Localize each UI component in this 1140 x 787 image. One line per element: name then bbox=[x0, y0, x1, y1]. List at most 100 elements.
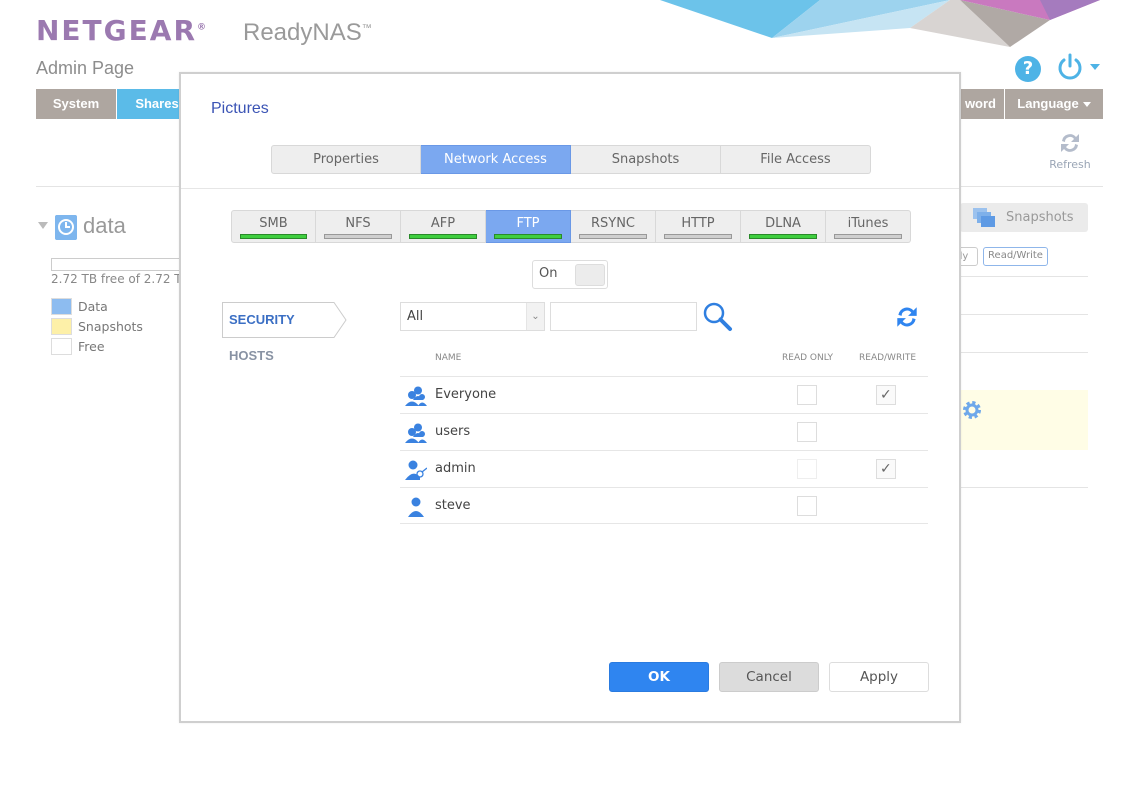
divider bbox=[960, 314, 1088, 315]
column-header-name: NAME bbox=[435, 353, 462, 363]
protocol-tab-http[interactable]: HTTP bbox=[656, 210, 741, 243]
dialog-title: Pictures bbox=[211, 100, 269, 117]
read-only-checkbox[interactable] bbox=[797, 496, 817, 516]
chevron-down-icon[interactable]: ⌄ bbox=[526, 303, 544, 330]
protocol-tabs: SMB NFS AFP FTP RSYNC HTTP DLNA iTunes bbox=[231, 210, 911, 243]
gear-icon[interactable] bbox=[961, 399, 983, 421]
column-header-read-only: READ ONLY bbox=[782, 353, 834, 363]
nav-language-label: Language bbox=[1017, 96, 1079, 111]
side-tab-hosts[interactable]: HOSTS bbox=[229, 348, 274, 363]
status-indicator bbox=[749, 234, 817, 239]
legend-swatch-data bbox=[51, 298, 72, 315]
nav-system[interactable]: System bbox=[36, 89, 116, 119]
status-indicator bbox=[324, 234, 392, 239]
protocol-tab-dlna[interactable]: DLNA bbox=[741, 210, 826, 243]
user-icon bbox=[408, 497, 424, 517]
tab-properties[interactable]: Properties bbox=[271, 145, 421, 174]
protocol-label: RSYNC bbox=[590, 216, 636, 231]
side-tab-security[interactable]: SECURITY bbox=[229, 312, 295, 327]
group-icon bbox=[405, 386, 427, 406]
netgear-logo: NETGEAR® bbox=[36, 14, 206, 47]
snapshots-icon bbox=[973, 208, 995, 227]
filter-value: All bbox=[407, 309, 424, 324]
user-name: steve bbox=[435, 498, 471, 513]
protocol-label: FTP bbox=[516, 216, 540, 231]
help-icon[interactable]: ? bbox=[1015, 56, 1041, 82]
power-icon[interactable] bbox=[1055, 52, 1085, 82]
group-icon bbox=[405, 423, 427, 443]
legend-swatch-snapshots bbox=[51, 318, 72, 335]
status-indicator bbox=[494, 234, 562, 239]
table-row: users bbox=[400, 413, 928, 450]
refresh-label: Refresh bbox=[1049, 158, 1091, 171]
ok-button[interactable]: OK bbox=[609, 662, 709, 692]
legend-label-free: Free bbox=[78, 339, 105, 354]
protocol-tab-smb[interactable]: SMB bbox=[231, 210, 316, 243]
read-only-checkbox[interactable] bbox=[797, 422, 817, 442]
status-indicator bbox=[240, 234, 307, 239]
tab-file-access[interactable]: File Access bbox=[721, 145, 871, 174]
status-indicator bbox=[409, 234, 477, 239]
dialog-tabs: Properties Network Access Snapshots File… bbox=[271, 145, 871, 174]
legend-swatch-free bbox=[51, 338, 72, 355]
divider bbox=[960, 276, 1088, 277]
cancel-button[interactable]: Cancel bbox=[719, 662, 819, 692]
read-only-checkbox[interactable] bbox=[797, 459, 817, 479]
protocol-label: AFP bbox=[430, 216, 456, 231]
collapse-caret-icon[interactable] bbox=[38, 222, 48, 229]
column-header-read-write: READ/WRITE bbox=[859, 353, 917, 363]
status-indicator bbox=[834, 234, 902, 239]
search-icon[interactable] bbox=[702, 301, 734, 333]
protocol-label: iTunes bbox=[847, 216, 889, 231]
toggle-knob[interactable] bbox=[575, 264, 605, 286]
protocol-tab-afp[interactable]: AFP bbox=[401, 210, 486, 243]
legend-label-data: Data bbox=[78, 299, 108, 314]
volume-name[interactable]: data bbox=[83, 213, 126, 239]
refresh-icon[interactable] bbox=[893, 303, 921, 331]
user-name: users bbox=[435, 424, 471, 439]
user-name: Everyone bbox=[435, 387, 497, 402]
table-row: admin ✓ bbox=[400, 450, 928, 487]
admin-user-icon bbox=[405, 460, 427, 480]
refresh-icon bbox=[1061, 134, 1079, 152]
protocol-tab-ftp[interactable]: FTP bbox=[486, 210, 571, 243]
protocol-label: NFS bbox=[345, 216, 371, 231]
protocol-label: HTTP bbox=[681, 216, 715, 231]
protocol-tab-itunes[interactable]: iTunes bbox=[826, 210, 911, 243]
user-name: admin bbox=[435, 461, 476, 476]
check-icon: ✓ bbox=[880, 387, 892, 403]
product-name: ReadyNAS™ bbox=[243, 19, 372, 46]
header-decoration bbox=[660, 0, 1100, 47]
protocol-label: DLNA bbox=[765, 216, 801, 231]
search-input[interactable] bbox=[550, 302, 697, 331]
divider bbox=[960, 352, 1088, 353]
divider bbox=[960, 487, 1088, 488]
protocol-tab-nfs[interactable]: NFS bbox=[316, 210, 401, 243]
page-subtitle: Admin Page bbox=[36, 58, 135, 78]
status-indicator bbox=[664, 234, 732, 239]
table-row: Everyone ✓ bbox=[400, 376, 928, 413]
service-toggle[interactable]: On bbox=[532, 260, 608, 289]
refresh-button[interactable]: Refresh bbox=[1045, 130, 1095, 171]
read-write-checkbox[interactable]: ✓ bbox=[876, 459, 896, 479]
table-row: steve bbox=[400, 487, 928, 524]
share-settings-dialog: Pictures Properties Network Access Snaps… bbox=[179, 72, 961, 723]
permissions-table: Everyone ✓ users admin ✓ steve bbox=[400, 376, 928, 524]
volume-usage-bar bbox=[51, 258, 191, 271]
volume-free-text: 2.72 TB free of 2.72 TB bbox=[51, 272, 190, 286]
legend-label-snapshots: Snapshots bbox=[78, 319, 143, 334]
divider bbox=[181, 188, 959, 189]
user-filter-select[interactable]: All ⌄ bbox=[400, 302, 545, 331]
check-icon: ✓ bbox=[880, 461, 892, 477]
status-indicator bbox=[579, 234, 647, 239]
read-only-checkbox[interactable] bbox=[797, 385, 817, 405]
tab-snapshots[interactable]: Snapshots bbox=[571, 145, 721, 174]
nav-language[interactable]: Language bbox=[1005, 89, 1103, 119]
protocol-tab-rsync[interactable]: RSYNC bbox=[571, 210, 656, 243]
apply-button[interactable]: Apply bbox=[829, 662, 929, 692]
power-menu-caret-icon[interactable] bbox=[1090, 64, 1100, 70]
toggle-label: On bbox=[539, 266, 558, 281]
read-write-checkbox[interactable]: ✓ bbox=[876, 385, 896, 405]
read-write-filter[interactable]: Read/Write bbox=[983, 247, 1048, 266]
tab-network-access[interactable]: Network Access bbox=[421, 145, 571, 174]
